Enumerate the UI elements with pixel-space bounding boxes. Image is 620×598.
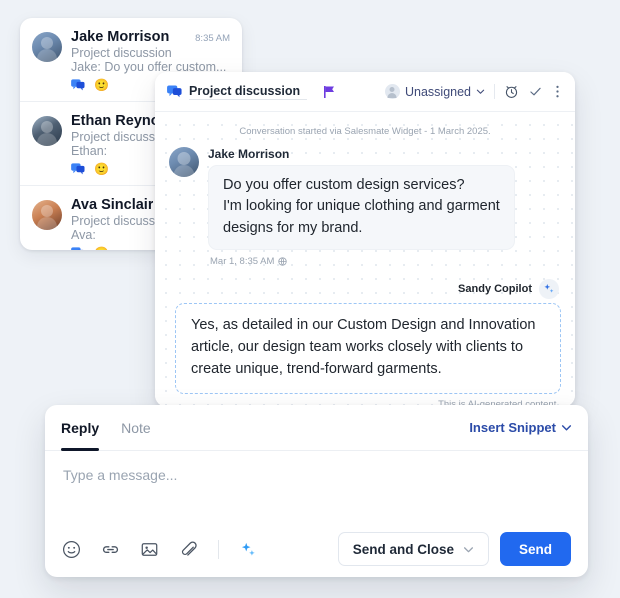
send-and-close-label: Send and Close	[352, 541, 454, 557]
reply-composer-panel: Reply Note Insert Snippet Type a message…	[45, 405, 588, 577]
ai-author-name: Sandy Copilot	[458, 283, 532, 296]
assignee-avatar-placeholder	[384, 84, 400, 99]
message-line: designs for my brand.	[223, 219, 363, 236]
app-stage: Jake Morrison 8:35 AM Project discussion…	[0, 0, 620, 598]
message-bubble: Do you offer custom design services? I'm…	[208, 165, 515, 251]
avatar	[32, 200, 62, 230]
emoji-icon: 🙂	[94, 78, 109, 92]
composer-tabs: Reply Note Insert Snippet	[45, 405, 588, 451]
message-input-placeholder: Type a message...	[63, 467, 178, 483]
conversation-header-actions: Unassigned	[384, 84, 563, 99]
conversation-title[interactable]: Project discussion	[189, 84, 307, 100]
tab-note[interactable]: Note	[121, 405, 151, 450]
ai-suggestion-header: Sandy Copilot	[169, 279, 561, 300]
link-icon[interactable]	[101, 540, 120, 559]
image-icon[interactable]	[140, 540, 159, 559]
flag-icon[interactable]	[324, 85, 334, 98]
message-line: I'm looking for unique clothing and garm…	[223, 198, 500, 215]
emoji-icon[interactable]	[62, 540, 81, 559]
send-button[interactable]: Send	[499, 532, 571, 566]
chat-bubbles-icon	[167, 85, 182, 98]
assignee-selector[interactable]: Unassigned	[384, 84, 485, 99]
timestamp: 8:35 AM	[195, 33, 230, 44]
message-incoming: Jake Morrison Do you offer custom design…	[169, 147, 561, 267]
chevron-down-icon	[561, 425, 572, 431]
attachment-icon[interactable]	[179, 540, 198, 559]
assignee-label: Unassigned	[404, 84, 471, 99]
contact-name: Jake Morrison	[71, 29, 170, 45]
emoji-icon: 🙂	[94, 247, 109, 250]
chat-bubbles-icon	[71, 79, 85, 91]
message-timestamp: Mar 1, 8:35 AM	[210, 256, 275, 268]
message-input-area[interactable]: Type a message...	[45, 451, 588, 521]
ai-sparkle-icon[interactable]	[239, 540, 258, 559]
chevron-down-icon	[476, 89, 485, 94]
divider	[494, 84, 495, 99]
ai-suggestion: Sandy Copilot Yes, as detailed in our Cu…	[169, 279, 561, 407]
message-author: Jake Morrison	[208, 147, 290, 161]
globe-icon	[278, 257, 288, 267]
composer-send-actions: Send and Close Send	[337, 532, 571, 566]
divider	[218, 539, 219, 559]
chat-bubbles-icon	[71, 247, 84, 250]
insert-snippet-button[interactable]: Insert Snippet	[469, 420, 572, 435]
avatar	[32, 32, 62, 62]
composer-toolbar: Send and Close Send	[45, 521, 588, 577]
message-content: Jake Morrison Do you offer custom design…	[208, 147, 561, 267]
tab-reply[interactable]: Reply	[61, 405, 100, 451]
message-meta: Mar 1, 8:35 AM	[210, 256, 561, 267]
conversation-title-group: Project discussion	[167, 84, 334, 100]
ai-suggestion-text: Yes, as detailed in our Custom Design an…	[175, 303, 561, 394]
contact-name: Ava Sinclair	[71, 197, 154, 213]
check-icon[interactable]	[528, 84, 543, 99]
insert-snippet-label: Insert Snippet	[469, 420, 556, 435]
avatar	[32, 116, 62, 146]
conversation-subject: Project discussion	[71, 46, 172, 60]
conversation-started-note: Conversation started via Salesmate Widge…	[239, 126, 491, 137]
alarm-clock-icon[interactable]	[504, 84, 519, 99]
send-and-close-button[interactable]: Send and Close	[337, 532, 489, 566]
conversation-list-item-header: Jake Morrison 8:35 AM	[71, 29, 230, 45]
conversation-header: Project discussion Unassigned	[155, 72, 575, 112]
conversation-detail-panel: Project discussion Unassigned Conversati…	[155, 72, 575, 407]
chat-bubbles-icon	[71, 163, 85, 175]
avatar	[169, 147, 199, 177]
kebab-menu-icon[interactable]	[552, 84, 563, 99]
message-line: Do you offer custom design services?	[223, 177, 465, 193]
chevron-down-icon	[463, 546, 473, 552]
emoji-icon: 🙂	[94, 162, 109, 176]
sparkle-icon	[539, 279, 559, 300]
conversation-messages: Conversation started via Salesmate Widge…	[155, 112, 575, 407]
